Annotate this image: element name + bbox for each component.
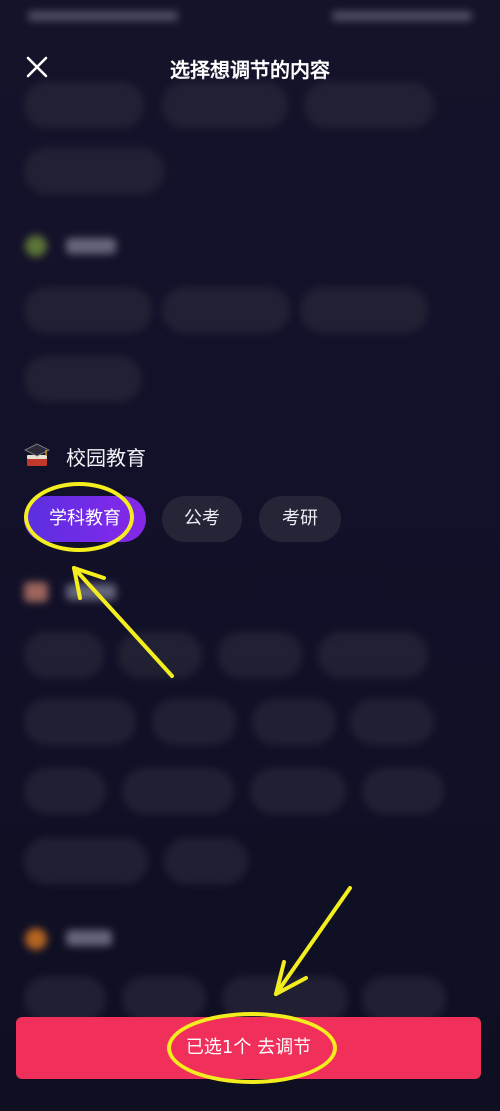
blurred-tag[interactable] [24, 287, 152, 333]
blurred-tag[interactable] [304, 82, 434, 128]
section-title: 校园教育 [66, 446, 146, 470]
blurred-section-head [24, 578, 224, 608]
blurred-tag[interactable] [164, 838, 248, 884]
tag-label: 公考 [184, 508, 220, 529]
status-right-blurred [332, 8, 482, 24]
status-left-blurred [28, 8, 188, 24]
tag-label: 考研 [282, 508, 318, 529]
graduation-cap-icon [24, 442, 50, 468]
blurred-tag[interactable] [24, 838, 148, 884]
blurred-tag[interactable] [24, 82, 144, 128]
blurred-tag[interactable] [24, 976, 106, 1022]
tag-civil-exam[interactable]: 公考 [162, 496, 242, 542]
blurred-tag[interactable] [118, 632, 202, 678]
blurred-section-head [24, 924, 224, 954]
blurred-tag[interactable] [122, 976, 206, 1022]
tag-postgrad-exam[interactable]: 考研 [259, 496, 341, 542]
blurred-tag[interactable] [162, 82, 288, 128]
blurred-tag[interactable] [24, 148, 164, 194]
blurred-tag[interactable] [350, 699, 434, 745]
blurred-tag[interactable] [362, 768, 444, 814]
blurred-tag[interactable] [252, 699, 336, 745]
section-campus-education: 校园教育 [24, 440, 264, 470]
annotation-ring-tag [24, 482, 134, 552]
blurred-tag[interactable] [162, 287, 290, 333]
blurred-tag[interactable] [362, 976, 446, 1022]
blurred-tag[interactable] [24, 768, 106, 814]
blurred-tag[interactable] [152, 699, 236, 745]
blurred-tag[interactable] [24, 632, 104, 678]
blurred-tag[interactable] [24, 356, 142, 402]
blurred-tag[interactable] [218, 632, 302, 678]
blurred-tag[interactable] [24, 699, 136, 745]
blurred-tag[interactable] [318, 632, 428, 678]
blurred-tag[interactable] [300, 287, 428, 333]
annotation-ring-button [167, 1012, 337, 1084]
blurred-section-head [24, 232, 224, 262]
blurred-tag[interactable] [122, 768, 234, 814]
status-bar [0, 0, 500, 34]
page-title: 选择想调节的内容 [170, 58, 330, 82]
blurred-tag[interactable] [250, 768, 346, 814]
